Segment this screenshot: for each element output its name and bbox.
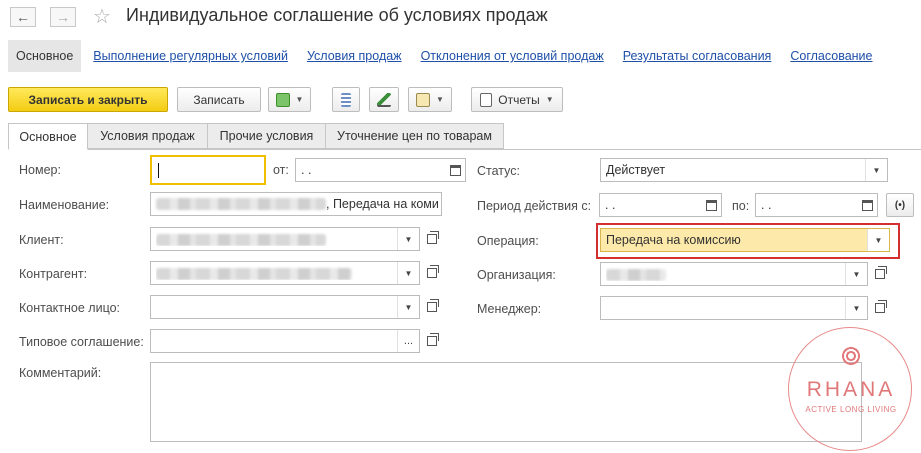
- contact-open-button[interactable]: [422, 295, 442, 319]
- edit-button[interactable]: [369, 87, 399, 112]
- chevron-down-icon: ▼: [436, 95, 444, 104]
- typical-agreement-label: Типовое соглашение:: [19, 335, 144, 349]
- print-button[interactable]: ▼: [408, 87, 452, 112]
- chevron-down-icon[interactable]: ▼: [397, 228, 419, 250]
- operation-label: Операция:: [477, 234, 539, 248]
- document-list-button[interactable]: [332, 87, 360, 112]
- save-and-close-button[interactable]: Записать и закрыть: [8, 87, 168, 112]
- document-clock-icon: [416, 92, 431, 107]
- contact-input[interactable]: ▼: [150, 295, 420, 319]
- period-to-input[interactable]: . .: [755, 193, 878, 217]
- sun-logo-icon: [838, 343, 864, 369]
- redacted-text: [156, 267, 352, 280]
- organization-open-button[interactable]: [870, 262, 890, 286]
- arrow-left-icon: ←: [16, 9, 30, 25]
- comment-textarea[interactable]: [150, 362, 862, 442]
- window-title: Индивидуальное соглашение об условиях пр…: [126, 5, 548, 25]
- contact-label: Контактное лицо:: [19, 301, 121, 315]
- chevron-down-icon: ▼: [545, 95, 554, 104]
- tab-other-conditions[interactable]: Прочие условия: [207, 123, 326, 149]
- manager-input[interactable]: ▼: [600, 296, 868, 320]
- operation-select[interactable]: Передача на комиссию ▼: [600, 228, 890, 252]
- broadcast-icon: (•): [894, 199, 906, 211]
- chevron-down-icon[interactable]: ▼: [845, 263, 867, 285]
- create-based-on-icon: [275, 92, 290, 107]
- save-button[interactable]: Записать: [177, 87, 261, 112]
- comment-label: Комментарий:: [19, 366, 102, 380]
- forward-button[interactable]: →: [50, 7, 76, 27]
- calendar-icon[interactable]: [445, 159, 465, 181]
- redacted-text: [156, 198, 326, 210]
- tab-divider: [8, 149, 921, 150]
- chevron-down-icon: ▼: [295, 95, 304, 104]
- client-open-button[interactable]: [422, 227, 442, 251]
- calendar-icon[interactable]: [701, 194, 721, 216]
- nav-sale-conditions[interactable]: Условия продаж: [307, 49, 402, 63]
- watermark-brand: RHANA: [806, 378, 896, 401]
- nav-approval[interactable]: Согласование: [790, 49, 872, 63]
- favorite-star-icon[interactable]: ☆: [93, 4, 111, 29]
- open-icon: [875, 300, 887, 313]
- open-icon: [875, 266, 887, 279]
- tab-price-refinement[interactable]: Уточнение цен по товарам: [325, 123, 504, 149]
- typical-agreement-open-button[interactable]: [422, 329, 442, 353]
- number-label: Номер:: [19, 163, 61, 177]
- typical-agreement-input[interactable]: ...: [150, 329, 420, 353]
- period-label: Период действия с:: [477, 199, 592, 213]
- organization-input[interactable]: ▼: [600, 262, 868, 286]
- counterparty-open-button[interactable]: [422, 261, 442, 285]
- open-icon: [427, 265, 439, 278]
- chevron-down-icon[interactable]: ▼: [865, 159, 887, 181]
- chevron-down-icon[interactable]: ▼: [397, 296, 419, 318]
- back-button[interactable]: ←: [10, 7, 36, 27]
- number-input[interactable]: [150, 155, 266, 185]
- report-icon: [480, 92, 493, 107]
- chevron-down-icon[interactable]: ▼: [867, 229, 889, 251]
- text-cursor: [158, 163, 159, 178]
- chevron-down-icon[interactable]: ▼: [845, 297, 867, 319]
- create-based-on-button[interactable]: ▼: [268, 87, 311, 112]
- open-icon: [427, 231, 439, 244]
- redacted-text: [606, 268, 666, 281]
- redacted-text: [156, 233, 326, 246]
- calendar-icon[interactable]: [857, 194, 877, 216]
- manager-label: Менеджер:: [477, 302, 542, 316]
- nav-regular-conditions[interactable]: Выполнение регулярных условий: [93, 49, 288, 63]
- period-to-label: по:: [732, 199, 750, 213]
- counterparty-label: Контрагент:: [19, 267, 88, 281]
- nav-main[interactable]: Основное: [8, 40, 82, 72]
- period-settings-button[interactable]: (•): [886, 193, 914, 217]
- status-label: Статус:: [477, 164, 520, 178]
- pencil-icon: [377, 92, 391, 107]
- organization-label: Организация:: [477, 268, 556, 282]
- form-nav: Основное Выполнение регулярных условий У…: [8, 40, 873, 72]
- period-from-input[interactable]: . .: [599, 193, 722, 217]
- name-label: Наименование:: [19, 198, 110, 212]
- name-input[interactable]: , Передача на коми: [150, 192, 442, 216]
- client-input[interactable]: ▼: [150, 227, 420, 251]
- counterparty-input[interactable]: ▼: [150, 261, 420, 285]
- select-ellipsis-button[interactable]: ...: [397, 330, 419, 352]
- watermark-tagline: ACTIVE LONG LIVING: [805, 405, 897, 414]
- chevron-down-icon[interactable]: ▼: [397, 262, 419, 284]
- nav-deviations[interactable]: Отклонения от условий продаж: [421, 49, 604, 63]
- list-icon: [341, 92, 351, 107]
- tab-sale-conditions[interactable]: Условия продаж: [87, 123, 208, 149]
- arrow-right-icon: →: [56, 9, 70, 25]
- date-input[interactable]: . .: [295, 158, 466, 182]
- tab-main[interactable]: Основное: [8, 123, 88, 150]
- date-from-label: от:: [273, 163, 289, 177]
- status-select[interactable]: Действует ▼: [600, 158, 888, 182]
- manager-open-button[interactable]: [870, 296, 890, 320]
- client-label: Клиент:: [19, 233, 64, 247]
- nav-approval-results[interactable]: Результаты согласования: [623, 49, 772, 63]
- reports-label: Отчеты: [498, 92, 540, 107]
- open-icon: [427, 299, 439, 312]
- open-icon: [427, 333, 439, 346]
- reports-button[interactable]: Отчеты ▼: [471, 87, 563, 112]
- rhana-watermark-logo: RHANA ACTIVE LONG LIVING: [788, 327, 912, 451]
